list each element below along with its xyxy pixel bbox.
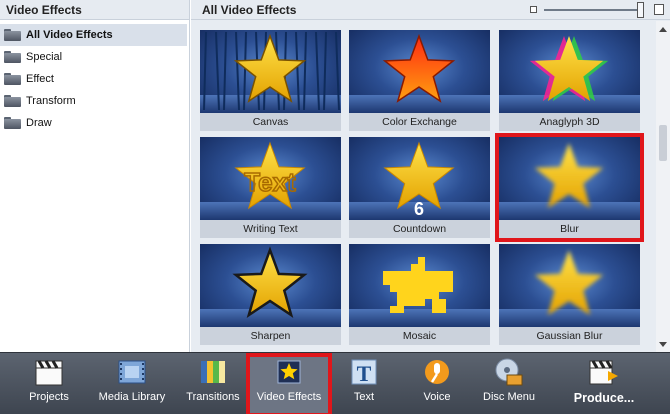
effects-gallery-panel: All Video Effects Canvas Color Exchange An…	[191, 0, 670, 352]
effect-thumbnail	[499, 244, 640, 327]
toolbar-video-effects-button[interactable]: Video Effects	[246, 353, 332, 414]
effect-thumbnail	[499, 30, 640, 113]
folder-icon	[4, 51, 21, 63]
microphone-icon	[421, 357, 453, 387]
effect-tile-writing-text[interactable]: Text Writing Text	[200, 137, 341, 238]
star-icon	[203, 31, 340, 111]
toolbar-text-button[interactable]: T Text	[336, 357, 392, 413]
toolbar-button-label: Transitions	[186, 391, 240, 403]
category-panel-title: Video Effects	[0, 0, 189, 20]
star-icon	[534, 250, 604, 316]
effect-tile-label: Writing Text	[200, 220, 341, 238]
effect-tile-label: Sharpen	[200, 327, 341, 345]
toolbar-projects-button[interactable]: Projects	[18, 357, 80, 413]
star-icon	[383, 257, 453, 313]
folder-icon	[4, 73, 21, 85]
toolbar-media-library-button[interactable]: Media Library	[96, 357, 168, 413]
effect-thumbnail	[499, 137, 640, 220]
effect-tile-blur[interactable]: Blur	[495, 133, 644, 242]
toolbar-button-label: Video Effects	[256, 391, 322, 403]
effect-tile-gaussian[interactable]: Gaussian Blur	[499, 244, 640, 345]
effects-category-panel: Video Effects All Video Effects Special …	[0, 0, 190, 352]
star-frame-icon	[273, 357, 305, 387]
effect-tile-label: Color Exchange	[349, 113, 490, 131]
effect-tile-mosaic[interactable]: Mosaic	[349, 244, 490, 345]
category-effect[interactable]: Effect	[0, 68, 189, 90]
transitions-icon	[197, 357, 229, 387]
star-icon	[529, 36, 609, 102]
category-draw[interactable]: Draw	[0, 112, 189, 134]
effects-grid: Canvas Color Exchange Anaglyph 3D Text Writi…	[191, 21, 656, 352]
category-all-video-effects[interactable]: All Video Effects	[0, 24, 187, 46]
effect-thumbnail: 6	[349, 137, 490, 220]
clapperboard-icon	[33, 357, 65, 387]
large-size-icon[interactable]	[654, 4, 664, 15]
star-icon	[382, 33, 456, 103]
scroll-up-arrow-icon[interactable]	[659, 27, 667, 32]
video-editor-window: Video Effects All Video Effects Special …	[0, 0, 670, 414]
effect-tile-sharpen[interactable]: Sharpen	[200, 244, 341, 345]
effect-thumbnail	[349, 30, 490, 113]
star-icon: Text	[234, 141, 306, 210]
effect-tile-label: Gaussian Blur	[499, 327, 640, 345]
toolbar-button-label: Voice	[423, 391, 451, 403]
category-label: Transform	[26, 95, 76, 107]
category-special[interactable]: Special	[0, 46, 189, 68]
star-icon	[534, 143, 604, 209]
effect-tile-label: Countdown	[349, 220, 490, 238]
star-icon	[232, 246, 308, 319]
folder-icon	[4, 29, 21, 41]
effect-tile-anaglyph[interactable]: Anaglyph 3D	[499, 30, 640, 131]
folder-icon	[4, 117, 21, 129]
thumbnail-overlay-text: Text	[244, 167, 296, 197]
category-label: Draw	[26, 117, 52, 129]
svg-text:T: T	[357, 361, 372, 386]
effect-tile-label: Mosaic	[349, 327, 490, 345]
star-icon: 6	[383, 141, 455, 219]
slider-track[interactable]	[544, 9, 644, 11]
effect-tile-label: Anaglyph 3D	[499, 113, 640, 131]
effect-tile-label: Canvas	[200, 113, 341, 131]
effect-tile-countdown[interactable]: 6 Countdown	[349, 137, 490, 238]
category-tree: All Video Effects Special Effect Transfo…	[0, 20, 189, 134]
toolbar-disc-menu-button[interactable]: Disc Menu	[478, 357, 540, 413]
gallery-scrollbar[interactable]	[656, 21, 670, 352]
effect-thumbnail	[200, 244, 341, 327]
text-t-icon: T	[348, 357, 380, 387]
toolbar-button-label: Media Library	[98, 391, 166, 403]
effect-tile-color-exchange[interactable]: Color Exchange	[349, 30, 490, 131]
main-toolbar: Projects Media Library Transitions Video Ef…	[0, 352, 670, 414]
disc-menu-icon	[493, 357, 525, 387]
effect-thumbnail	[200, 30, 341, 113]
effect-thumbnail	[349, 244, 490, 327]
scroll-down-arrow-icon[interactable]	[659, 342, 667, 347]
toolbar-button-label: Projects	[29, 391, 69, 403]
toolbar-transitions-button[interactable]: Transitions	[180, 357, 246, 413]
scrollbar-thumb[interactable]	[659, 125, 667, 161]
toolbar-produce-button[interactable]: Produce...	[566, 357, 642, 413]
effect-tile-canvas[interactable]: Canvas	[200, 30, 341, 131]
thumbnail-overlay-text: 6	[414, 199, 424, 219]
toolbar-button-label: Text	[353, 391, 375, 403]
category-label: Effect	[26, 73, 54, 85]
small-size-icon[interactable]	[530, 6, 537, 13]
category-label: All Video Effects	[26, 29, 113, 41]
effect-tile-label: Blur	[499, 220, 640, 238]
category-transform[interactable]: Transform	[0, 90, 189, 112]
slider-handle[interactable]	[637, 2, 644, 18]
toolbar-voice-button[interactable]: Voice	[406, 357, 468, 413]
film-strip-icon	[116, 357, 148, 387]
gallery-title: All Video Effects	[202, 2, 297, 17]
effect-thumbnail: Text	[200, 137, 341, 220]
produce-clapper-icon	[588, 357, 620, 387]
toolbar-button-label: Disc Menu	[483, 391, 535, 403]
thumbnail-size-slider[interactable]	[530, 2, 664, 18]
category-label: Special	[26, 51, 63, 63]
toolbar-button-label: Produce...	[573, 391, 635, 405]
folder-icon	[4, 95, 21, 107]
